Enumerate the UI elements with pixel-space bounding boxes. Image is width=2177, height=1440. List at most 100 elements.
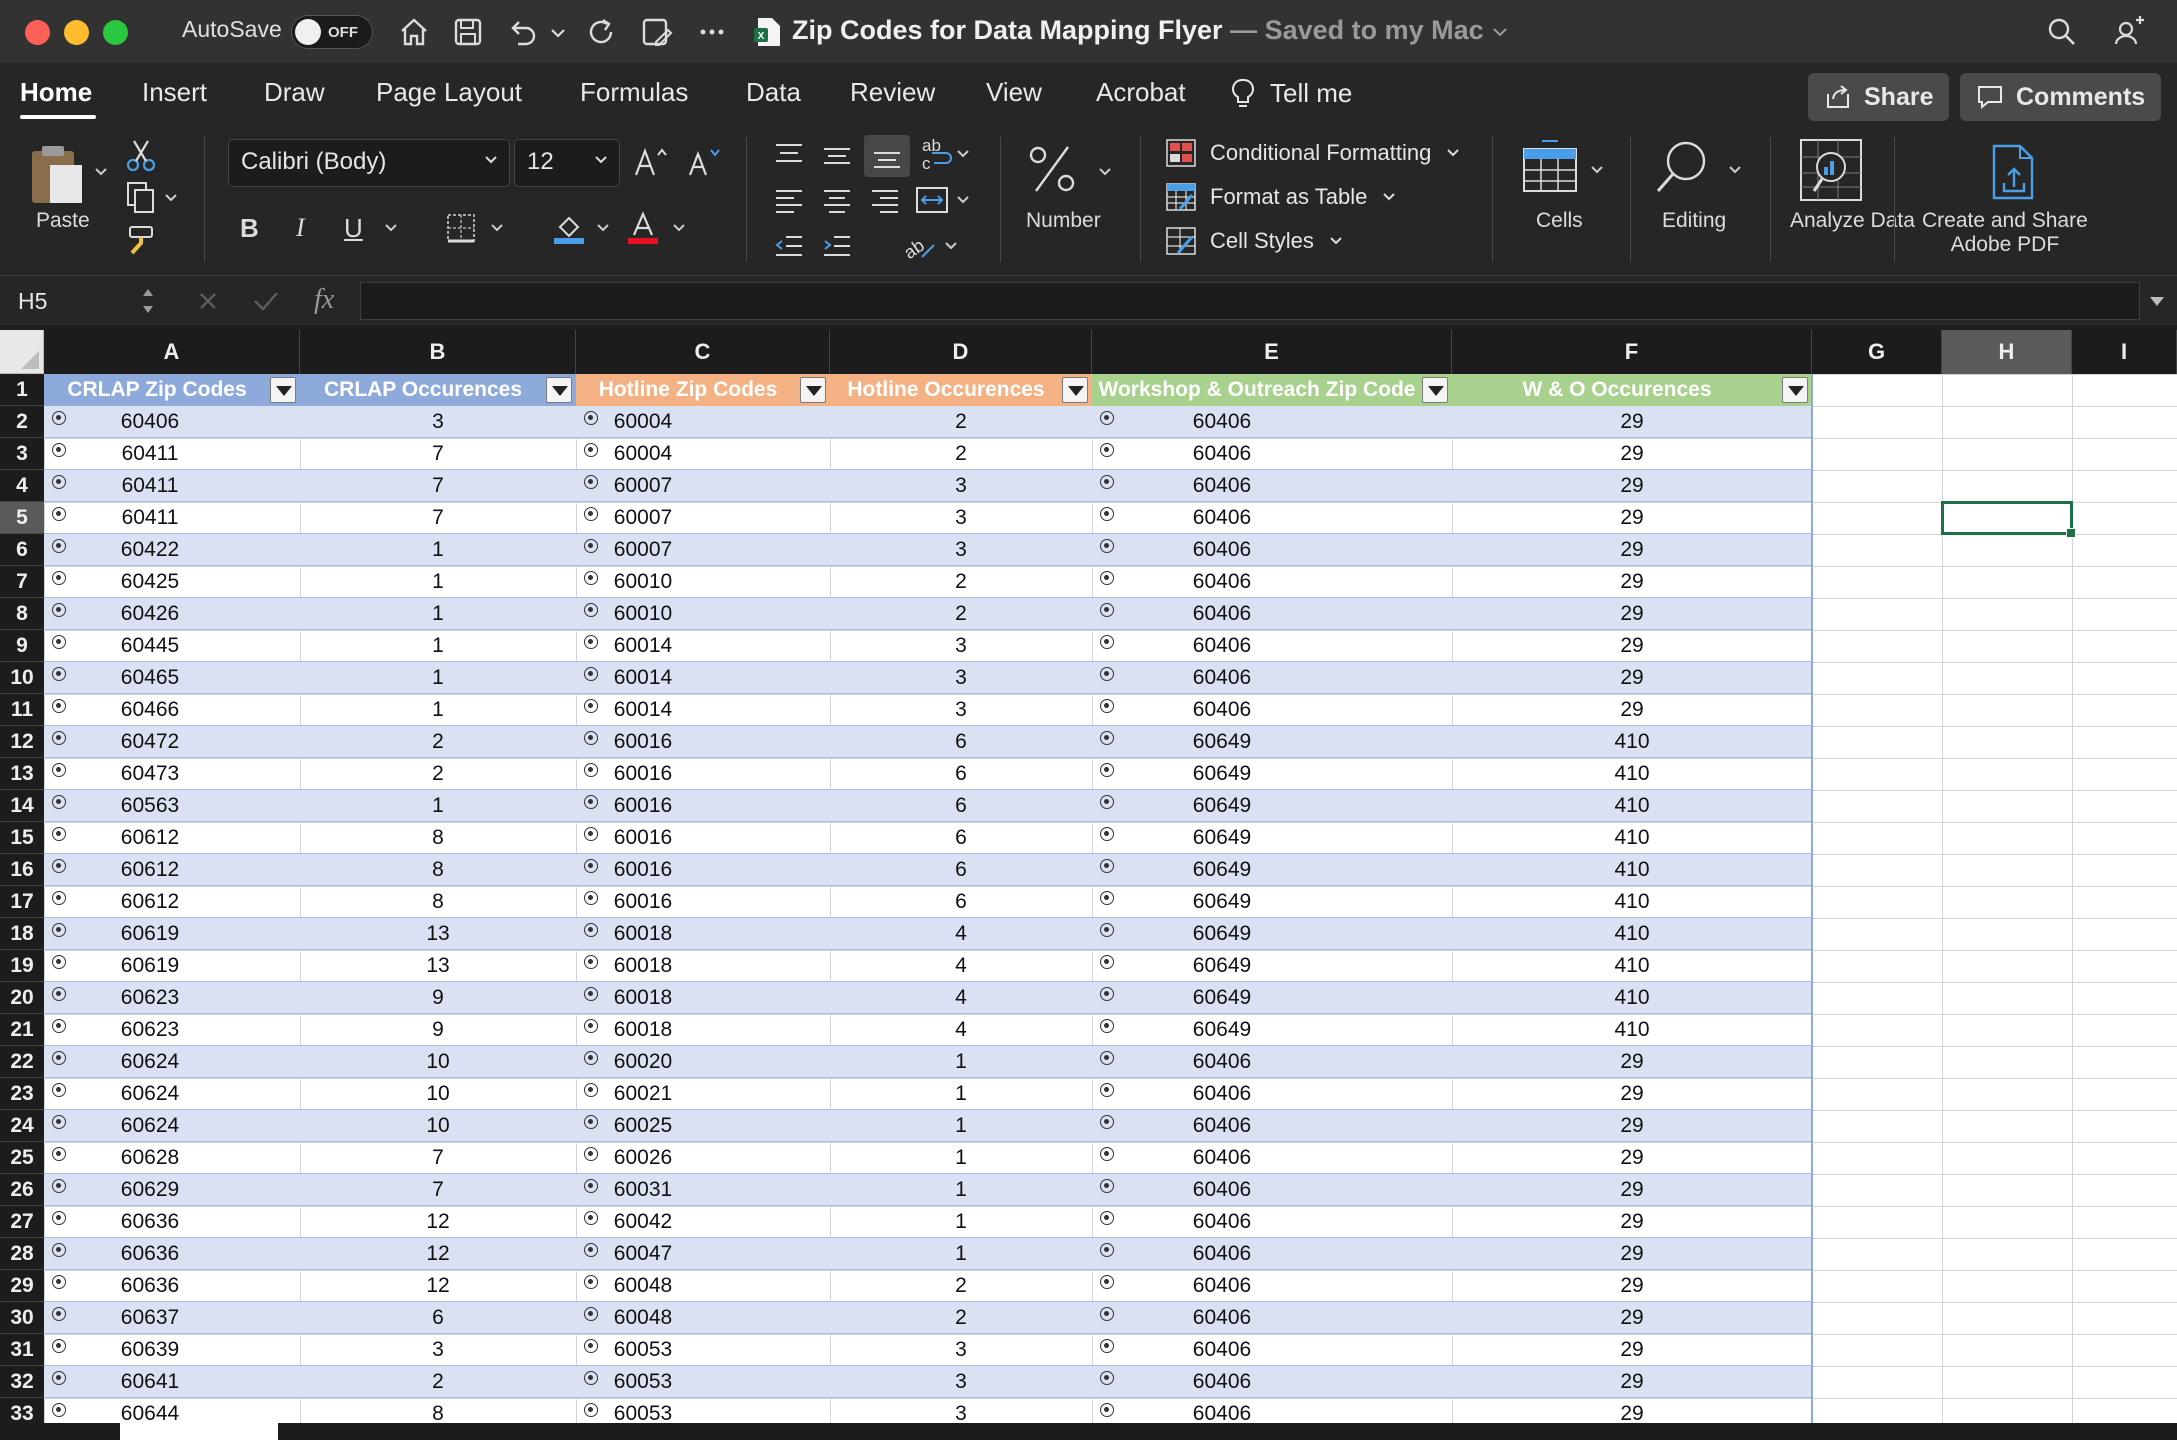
tell-me[interactable]: Tell me — [1230, 77, 1352, 109]
merge-dropdown-icon[interactable] — [956, 195, 970, 205]
cell-e27[interactable]: 60406 — [1042, 1206, 1402, 1238]
row-header-1[interactable]: 1 — [0, 374, 44, 406]
home-icon[interactable] — [394, 12, 434, 52]
filter-dropdown-button[interactable] — [800, 377, 826, 403]
cell-a26[interactable]: 60629 — [22, 1174, 278, 1206]
cell-f7[interactable]: 29 — [1452, 566, 1812, 598]
cut-icon[interactable] — [124, 137, 158, 173]
cell-f23[interactable]: 29 — [1452, 1078, 1812, 1110]
insert-function-button[interactable]: fx — [314, 284, 334, 316]
underline-dropdown-icon[interactable] — [384, 223, 398, 233]
cell-e20[interactable]: 60649 — [1042, 982, 1402, 1014]
share-button[interactable]: Share — [1808, 73, 1950, 121]
cell-a5[interactable]: 60411 — [22, 502, 278, 534]
cell-c11[interactable]: 60014 — [516, 694, 770, 726]
cell-c5[interactable]: 60007 — [516, 502, 770, 534]
cell-f27[interactable]: 29 — [1452, 1206, 1812, 1238]
copy-dropdown-icon[interactable] — [164, 193, 178, 203]
expand-formula-bar-icon[interactable] — [2148, 294, 2166, 308]
cell-a13[interactable]: 60473 — [22, 758, 278, 790]
font-color-dropdown-icon[interactable] — [672, 223, 686, 233]
undo-dropdown-icon[interactable] — [548, 12, 568, 52]
cell-f17[interactable]: 410 — [1452, 886, 1812, 918]
tab-page-layout[interactable]: Page Layout — [376, 77, 522, 108]
more-icon[interactable] — [692, 12, 732, 52]
cell-c27[interactable]: 60042 — [516, 1206, 770, 1238]
fill-dropdown-icon[interactable] — [596, 223, 610, 233]
tab-draw[interactable]: Draw — [264, 77, 325, 108]
cell-c17[interactable]: 60016 — [516, 886, 770, 918]
cell-f11[interactable]: 29 — [1452, 694, 1812, 726]
cell-c18[interactable]: 60018 — [516, 918, 770, 950]
table-header-2[interactable]: CRLAP Occurences — [300, 374, 576, 406]
cell-e16[interactable]: 60649 — [1042, 854, 1402, 886]
cell-c21[interactable]: 60018 — [516, 1014, 770, 1046]
column-header-d[interactable]: D — [830, 330, 1092, 374]
cell-f28[interactable]: 29 — [1452, 1238, 1812, 1270]
cell-c8[interactable]: 60010 — [516, 598, 770, 630]
tab-home[interactable]: Home — [20, 77, 92, 108]
filter-dropdown-button[interactable] — [1782, 377, 1808, 403]
cell-a2[interactable]: 60406 — [22, 406, 278, 438]
analyze-data-label[interactable]: Analyze Data — [1790, 209, 1915, 233]
cancel-entry-icon[interactable] — [196, 289, 220, 313]
cell-e14[interactable]: 60649 — [1042, 790, 1402, 822]
cell-a4[interactable]: 60411 — [22, 470, 278, 502]
cell-e9[interactable]: 60406 — [1042, 630, 1402, 662]
tab-insert[interactable]: Insert — [142, 77, 207, 108]
cell-e11[interactable]: 60406 — [1042, 694, 1402, 726]
cell-c14[interactable]: 60016 — [516, 790, 770, 822]
cell-e13[interactable]: 60649 — [1042, 758, 1402, 790]
cell-f30[interactable]: 29 — [1452, 1302, 1812, 1334]
cell-f19[interactable]: 410 — [1452, 950, 1812, 982]
cell-a25[interactable]: 60628 — [22, 1142, 278, 1174]
cell-a31[interactable]: 60639 — [22, 1334, 278, 1366]
formula-input[interactable] — [360, 282, 2140, 320]
cell-c16[interactable]: 60016 — [516, 854, 770, 886]
filter-dropdown-button[interactable] — [270, 377, 296, 403]
cell-a30[interactable]: 60637 — [22, 1302, 278, 1334]
cell-e3[interactable]: 60406 — [1042, 438, 1402, 470]
autosave-toggle[interactable]: OFF — [291, 15, 373, 49]
column-header-b[interactable]: B — [300, 330, 576, 374]
cell-f6[interactable]: 29 — [1452, 534, 1812, 566]
wrap-dropdown-icon[interactable] — [956, 149, 970, 159]
column-header-c[interactable]: C — [576, 330, 830, 374]
cell-e30[interactable]: 60406 — [1042, 1302, 1402, 1334]
cells-label[interactable]: Cells — [1536, 209, 1583, 233]
cell-a10[interactable]: 60465 — [22, 662, 278, 694]
cell-e22[interactable]: 60406 — [1042, 1046, 1402, 1078]
table-header-3[interactable]: Hotline Zip Codes — [576, 374, 830, 406]
analyze-data-icon[interactable] — [1798, 137, 1864, 203]
cell-e7[interactable]: 60406 — [1042, 566, 1402, 598]
column-header-f[interactable]: F — [1452, 330, 1812, 374]
borders-icon[interactable] — [444, 211, 478, 245]
cell-f8[interactable]: 29 — [1452, 598, 1812, 630]
tab-data[interactable]: Data — [746, 77, 801, 108]
cell-f15[interactable]: 410 — [1452, 822, 1812, 854]
cell-c31[interactable]: 60053 — [516, 1334, 770, 1366]
cell-a11[interactable]: 60466 — [22, 694, 278, 726]
number-label[interactable]: Number — [1026, 209, 1101, 233]
cell-f16[interactable]: 410 — [1452, 854, 1812, 886]
cell-a7[interactable]: 60425 — [22, 566, 278, 598]
cell-f13[interactable]: 410 — [1452, 758, 1812, 790]
cell-e29[interactable]: 60406 — [1042, 1270, 1402, 1302]
cell-e24[interactable]: 60406 — [1042, 1110, 1402, 1142]
tab-acrobat[interactable]: Acrobat — [1096, 77, 1186, 108]
cell-c32[interactable]: 60053 — [516, 1366, 770, 1398]
cell-a23[interactable]: 60624 — [22, 1078, 278, 1110]
cell-f22[interactable]: 29 — [1452, 1046, 1812, 1078]
cell-a20[interactable]: 60623 — [22, 982, 278, 1014]
cell-e5[interactable]: 60406 — [1042, 502, 1402, 534]
cells-dropdown-icon[interactable] — [1590, 165, 1604, 175]
cell-area[interactable]: 60406 3 60004 2 60406 29 60411 7 60004 2 60406 29 60… — [44, 374, 2177, 1440]
cells-icon[interactable] — [1520, 137, 1580, 199]
align-left-icon[interactable] — [772, 185, 806, 215]
column-header-e[interactable]: E — [1092, 330, 1452, 374]
cell-f4[interactable]: 29 — [1452, 470, 1812, 502]
cell-a19[interactable]: 60619 — [22, 950, 278, 982]
cell-e17[interactable]: 60649 — [1042, 886, 1402, 918]
orientation-dropdown-icon[interactable] — [944, 241, 958, 251]
table-header-6[interactable]: W & O Occurences — [1452, 374, 1812, 406]
